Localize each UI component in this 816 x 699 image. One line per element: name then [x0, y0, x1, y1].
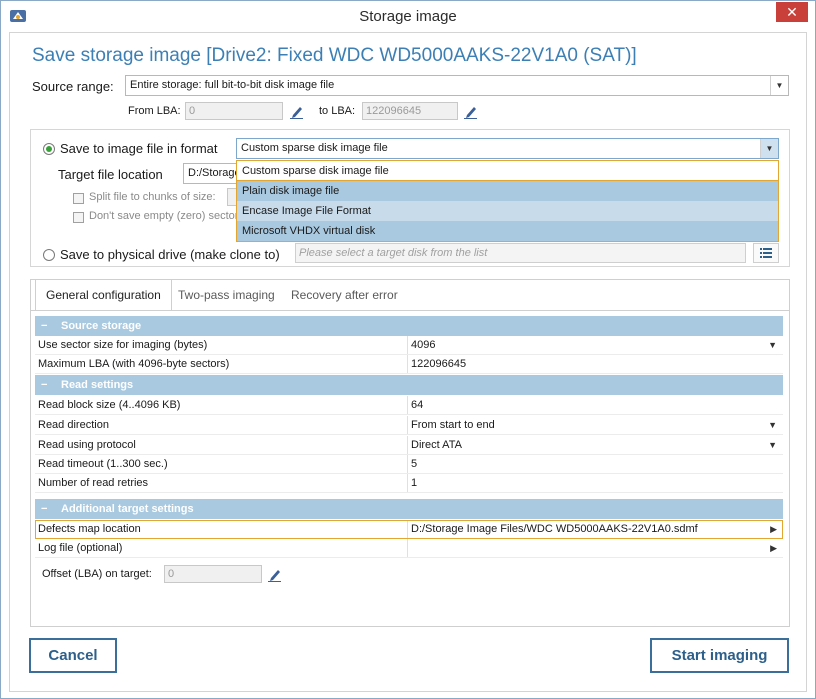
prop-name: Number of read retries — [38, 477, 149, 489]
title-bar: Storage image ✕ — [1, 1, 815, 32]
property-grid: − Source storage Use sector size for ima… — [35, 316, 783, 620]
edit-pencil-icon[interactable] — [460, 102, 482, 120]
source-range-label: Source range: — [32, 79, 114, 94]
prop-value: 64 — [411, 399, 424, 411]
section-title: Read settings — [61, 379, 134, 391]
target-file-value: D:/Storage — [188, 167, 241, 179]
section-title: Additional target settings — [61, 503, 194, 515]
prop-name: Read block size (4..4096 KB) — [38, 399, 181, 411]
tab-recovery-after-error[interactable]: Recovery after error — [281, 280, 408, 310]
edit-pencil-icon[interactable] — [264, 565, 286, 583]
prop-timeout[interactable]: Read timeout (1..300 sec.) 5 — [35, 455, 783, 474]
chevron-down-icon: ▼ — [760, 139, 778, 158]
chevron-down-icon: ▼ — [768, 420, 777, 430]
page-title: Save storage image [Drive2: Fixed WDC WD… — [32, 45, 637, 66]
to-lba-input[interactable]: 122096645 — [362, 102, 458, 120]
prop-value: From start to end — [411, 419, 495, 431]
chevron-down-icon: ▼ — [768, 440, 777, 450]
section-title: Source storage — [61, 320, 142, 332]
format-option[interactable]: Encase Image File Format — [237, 201, 778, 221]
prop-name: Read using protocol — [38, 439, 136, 451]
prop-name: Read direction — [38, 419, 109, 431]
prop-block-size[interactable]: Read block size (4..4096 KB) 64 — [35, 396, 783, 415]
source-range-select[interactable]: Entire storage: full bit-to-bit disk ima… — [125, 75, 789, 96]
prop-protocol[interactable]: Read using protocol Direct ATA ▼ — [35, 436, 783, 455]
chevron-down-icon: ▼ — [768, 340, 777, 350]
storage-image-window: Storage image ✕ Save storage image [Driv… — [0, 0, 816, 699]
save-to-drive-label: Save to physical drive (make clone to) — [60, 247, 280, 262]
format-select[interactable]: Custom sparse disk image file ▼ — [236, 138, 779, 159]
prop-max-lba[interactable]: Maximum LBA (with 4096-byte sectors) 122… — [35, 355, 783, 374]
disk-list-button[interactable] — [753, 243, 779, 263]
prop-sector-size[interactable]: Use sector size for imaging (bytes) 4096… — [35, 336, 783, 355]
window-title: Storage image — [359, 8, 457, 25]
prop-retries[interactable]: Number of read retries 1 — [35, 474, 783, 493]
prop-value: 1 — [411, 477, 418, 489]
section-read-settings[interactable]: − Read settings — [35, 375, 783, 395]
prop-name: Log file (optional) — [38, 542, 123, 554]
edit-pencil-icon[interactable] — [286, 102, 308, 120]
close-button[interactable]: ✕ — [776, 2, 808, 22]
skip-empty-checkbox[interactable] — [73, 212, 84, 223]
source-range-value: Entire storage: full bit-to-bit disk ima… — [130, 79, 335, 91]
split-file-checkbox[interactable] — [73, 193, 84, 204]
target-file-input[interactable]: D:/Storage — [183, 163, 243, 184]
prop-value: 122096645 — [411, 358, 467, 370]
prop-name: Read timeout (1..300 sec.) — [38, 458, 168, 470]
offset-input[interactable]: 0 — [164, 565, 262, 583]
tab-divider — [31, 310, 789, 311]
to-lba-label: to LBA: — [319, 105, 356, 117]
format-dropdown-list: Custom sparse disk image file Plain disk… — [236, 160, 779, 242]
tab-panel: General configuration Two-pass imaging R… — [30, 279, 790, 627]
format-option[interactable]: Custom sparse disk image file — [237, 161, 778, 181]
format-select-value: Custom sparse disk image file — [241, 142, 388, 154]
format-option[interactable]: Microsoft VHDX virtual disk — [237, 221, 778, 241]
target-file-label: Target file location — [58, 167, 163, 182]
save-to-drive-radio[interactable] — [43, 249, 55, 261]
chevron-right-icon: ▶ — [770, 543, 777, 553]
save-to-file-radio[interactable] — [43, 143, 55, 155]
target-disk-input[interactable]: Please select a target disk from the lis… — [295, 243, 746, 263]
from-lba-label: From LBA: — [128, 105, 181, 117]
split-file-label: Split file to chunks of size: — [89, 191, 216, 203]
section-additional-target[interactable]: − Additional target settings — [35, 499, 783, 519]
prop-name: Maximum LBA (with 4096-byte sectors) — [38, 358, 230, 370]
selected-row-highlight — [35, 520, 783, 539]
cancel-button[interactable]: Cancel — [29, 638, 117, 673]
save-to-file-label: Save to image file in format — [60, 141, 218, 156]
prop-value: 4096 — [411, 339, 436, 351]
start-imaging-button[interactable]: Start imaging — [650, 638, 789, 673]
chevron-down-icon: ▼ — [770, 76, 788, 95]
dialog-body: Save storage image [Drive2: Fixed WDC WD… — [9, 32, 807, 692]
format-option[interactable]: Plain disk image file — [237, 181, 778, 201]
offset-label: Offset (LBA) on target: — [42, 568, 152, 580]
collapse-icon: − — [41, 320, 48, 332]
from-lba-input[interactable]: 0 — [185, 102, 283, 120]
list-icon — [760, 248, 772, 258]
skip-empty-label: Don't save empty (zero) sectors — [89, 210, 237, 222]
collapse-icon: − — [41, 503, 48, 515]
section-source-storage[interactable]: − Source storage — [35, 316, 783, 336]
prop-direction[interactable]: Read direction From start to end ▼ — [35, 416, 783, 435]
prop-value: Direct ATA — [411, 439, 462, 451]
tab-two-pass-imaging[interactable]: Two-pass imaging — [168, 280, 285, 310]
collapse-icon: − — [41, 379, 48, 391]
prop-name: Use sector size for imaging (bytes) — [38, 339, 208, 351]
prop-value: 5 — [411, 458, 418, 470]
prop-log-file[interactable]: Log file (optional) ▶ — [35, 539, 783, 558]
tab-general-configuration[interactable]: General configuration — [35, 279, 172, 311]
